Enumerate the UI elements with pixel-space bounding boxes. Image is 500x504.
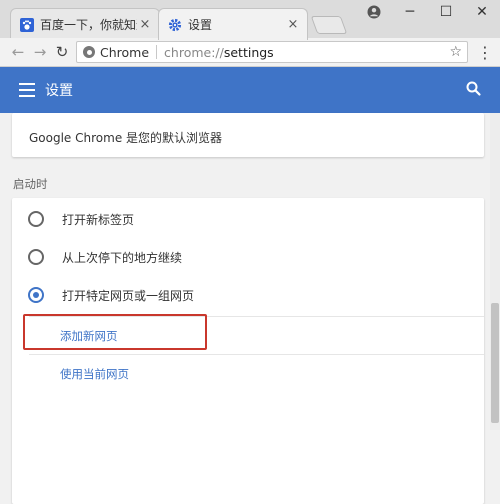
page-title: 设置: [45, 83, 73, 99]
option-label: 打开新标签页: [62, 212, 135, 227]
chrome-site-icon: [83, 46, 95, 58]
scrollbar-thumb[interactable]: [491, 303, 499, 423]
radio-button[interactable]: [28, 211, 44, 227]
back-button[interactable]: ←: [8, 42, 28, 62]
scrollbar[interactable]: [490, 113, 500, 430]
startup-option-continue[interactable]: 从上次停下的地方继续: [12, 238, 484, 276]
maximize-button[interactable]: ☐: [428, 0, 464, 24]
settings-header: 设置: [0, 67, 500, 113]
tab-label: 设置: [188, 18, 213, 32]
radio-button[interactable]: [28, 249, 44, 265]
new-tab-button[interactable]: [310, 16, 348, 34]
startup-option-new-tab[interactable]: 打开新标签页: [12, 200, 484, 238]
url-path: settings: [223, 44, 274, 60]
startup-option-specific-pages[interactable]: 打开特定网页或一组网页: [12, 276, 484, 314]
browser-toolbar: ← → ↻ Chrome chrome:// settings ☆ ⋮: [0, 38, 500, 67]
option-label: 打开特定网页或一组网页: [62, 288, 195, 303]
highlight-box: [23, 314, 207, 350]
profile-icon[interactable]: [356, 0, 392, 24]
gear-icon: [168, 18, 182, 32]
divider: [29, 354, 484, 355]
hamburger-menu-icon[interactable]: [19, 83, 35, 97]
radio-button-checked[interactable]: [28, 287, 44, 303]
tab-close-icon[interactable]: ×: [137, 17, 153, 32]
site-name: Chrome: [100, 44, 150, 60]
tab-label: 百度一下，你就知道: [40, 18, 137, 32]
minimize-button[interactable]: ─: [392, 0, 428, 24]
baidu-paw-icon: [20, 17, 34, 32]
tab-settings[interactable]: 设置 ×: [158, 8, 308, 40]
forward-button[interactable]: →: [30, 42, 50, 62]
tab-baidu[interactable]: 百度一下，你就知道 ×: [10, 8, 160, 40]
star-icon[interactable]: ☆: [449, 44, 462, 60]
default-browser-card: Google Chrome 是您的默认浏览器: [12, 113, 484, 157]
default-browser-text: Google Chrome 是您的默认浏览器: [29, 131, 223, 145]
reload-button[interactable]: ↻: [52, 42, 72, 62]
option-label: 从上次停下的地方继续: [62, 250, 183, 265]
settings-content: Google Chrome 是您的默认浏览器 启动时 打开新标签页 从上次停下的…: [0, 113, 500, 504]
tab-strip: 百度一下，你就知道 × 设置 × ─ ☐ ✕: [0, 0, 500, 40]
url-scheme: chrome://: [164, 44, 224, 60]
use-current-pages-link[interactable]: 使用当前网页: [60, 366, 129, 382]
close-window-button[interactable]: ✕: [464, 0, 500, 24]
startup-section-heading: 启动时: [13, 177, 48, 191]
more-menu-icon[interactable]: ⋮: [476, 42, 494, 62]
separator: [156, 45, 158, 59]
startup-card: 打开新标签页 从上次停下的地方继续 打开特定网页或一组网页 添加新网页 使用当前…: [12, 198, 484, 504]
tab-close-icon[interactable]: ×: [285, 17, 301, 32]
address-bar[interactable]: Chrome chrome:// settings ☆: [76, 41, 468, 63]
search-icon[interactable]: [464, 79, 484, 99]
